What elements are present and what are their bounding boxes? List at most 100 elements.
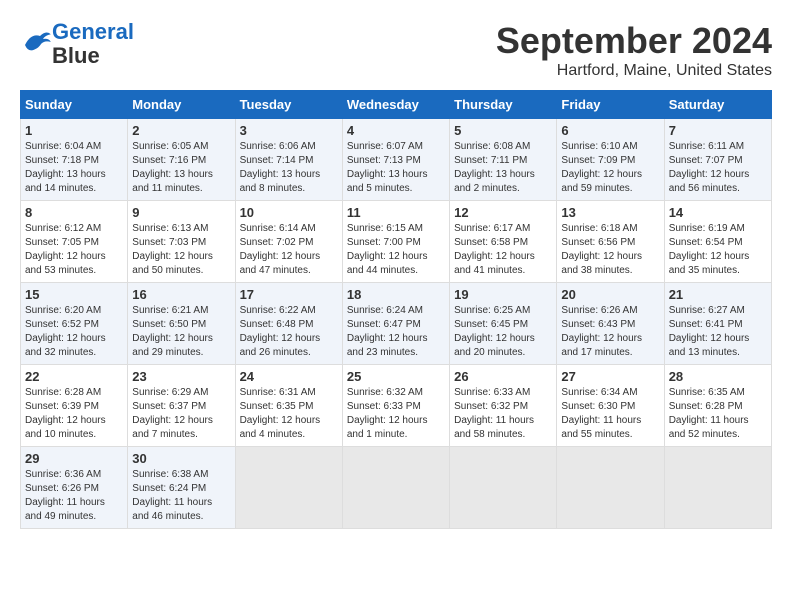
day-info: Sunrise: 6:04 AMSunset: 7:18 PMDaylight:… xyxy=(25,140,123,196)
calendar-cell: 9Sunrise: 6:13 AMSunset: 7:03 PMDaylight… xyxy=(128,201,235,283)
calendar-week-row: 29 Sunrise: 6:36 AMSunset: 6:26 PMDayligh… xyxy=(21,447,772,529)
day-number: 19 xyxy=(454,287,552,302)
calendar-cell: 14 Sunrise: 6:19 AMSunset: 6:54 PMDayligh… xyxy=(664,201,771,283)
day-info: Sunrise: 6:33 AMSunset: 6:32 PMDaylight:… xyxy=(454,386,552,442)
calendar-cell: 17Sunrise: 6:22 AMSunset: 6:48 PMDayligh… xyxy=(235,283,342,365)
day-info: Sunrise: 6:05 AMSunset: 7:16 PMDaylight:… xyxy=(132,140,230,196)
day-number: 27 xyxy=(561,369,659,384)
calendar-cell: 26 Sunrise: 6:33 AMSunset: 6:32 PMDayligh… xyxy=(450,365,557,447)
day-number: 15 xyxy=(25,287,123,302)
day-number: 30 xyxy=(132,451,230,466)
day-number: 23 xyxy=(132,369,230,384)
day-info: Sunrise: 6:20 AMSunset: 6:52 PMDaylight:… xyxy=(25,304,123,360)
calendar-cell: 8 Sunrise: 6:12 AMSunset: 7:05 PMDaylight… xyxy=(21,201,128,283)
calendar-cell xyxy=(664,447,771,529)
day-info: Sunrise: 6:15 AMSunset: 7:00 PMDaylight:… xyxy=(347,222,445,278)
day-info: Sunrise: 6:26 AMSunset: 6:43 PMDaylight:… xyxy=(561,304,659,360)
calendar-table: SundayMondayTuesdayWednesdayThursdayFrid… xyxy=(20,90,772,529)
calendar-week-row: 22Sunrise: 6:28 AMSunset: 6:39 PMDayligh… xyxy=(21,365,772,447)
day-info: Sunrise: 6:17 AMSunset: 6:58 PMDaylight:… xyxy=(454,222,552,278)
day-info: Sunrise: 6:25 AMSunset: 6:45 PMDaylight:… xyxy=(454,304,552,360)
header-cell-monday: Monday xyxy=(128,91,235,119)
logo-bird-icon xyxy=(22,27,52,57)
page-header: GeneralBlue September 2024 Hartford, Mai… xyxy=(20,20,772,80)
calendar-cell: 2 Sunrise: 6:05 AMSunset: 7:16 PMDaylight… xyxy=(128,119,235,201)
calendar-cell: 4 Sunrise: 6:07 AMSunset: 7:13 PMDaylight… xyxy=(342,119,449,201)
day-info: Sunrise: 6:24 AMSunset: 6:47 PMDaylight:… xyxy=(347,304,445,360)
day-number: 16 xyxy=(132,287,230,302)
day-number: 26 xyxy=(454,369,552,384)
day-info: Sunrise: 6:14 AMSunset: 7:02 PMDaylight:… xyxy=(240,222,338,278)
calendar-cell: 12 Sunrise: 6:17 AMSunset: 6:58 PMDayligh… xyxy=(450,201,557,283)
header-row: SundayMondayTuesdayWednesdayThursdayFrid… xyxy=(21,91,772,119)
calendar-cell: 25 Sunrise: 6:32 AMSunset: 6:33 PMDayligh… xyxy=(342,365,449,447)
day-info: Sunrise: 6:36 AMSunset: 6:26 PMDaylight:… xyxy=(25,468,123,524)
calendar-cell: 18 Sunrise: 6:24 AMSunset: 6:47 PMDayligh… xyxy=(342,283,449,365)
day-number: 9 xyxy=(132,205,230,220)
day-info: Sunrise: 6:31 AMSunset: 6:35 PMDaylight:… xyxy=(240,386,338,442)
calendar-cell: 10Sunrise: 6:14 AMSunset: 7:02 PMDayligh… xyxy=(235,201,342,283)
day-number: 3 xyxy=(240,123,338,138)
calendar-cell: 6 Sunrise: 6:10 AMSunset: 7:09 PMDaylight… xyxy=(557,119,664,201)
day-number: 14 xyxy=(669,205,767,220)
day-number: 18 xyxy=(347,287,445,302)
day-info: Sunrise: 6:08 AMSunset: 7:11 PMDaylight:… xyxy=(454,140,552,196)
calendar-cell: 13Sunrise: 6:18 AMSunset: 6:56 PMDayligh… xyxy=(557,201,664,283)
day-info: Sunrise: 6:12 AMSunset: 7:05 PMDaylight:… xyxy=(25,222,123,278)
calendar-cell xyxy=(450,447,557,529)
day-info: Sunrise: 6:10 AMSunset: 7:09 PMDaylight:… xyxy=(561,140,659,196)
calendar-cell xyxy=(557,447,664,529)
calendar-cell xyxy=(342,447,449,529)
day-number: 7 xyxy=(669,123,767,138)
location: Hartford, Maine, United States xyxy=(496,62,772,80)
day-number: 13 xyxy=(561,205,659,220)
day-info: Sunrise: 6:29 AMSunset: 6:37 PMDaylight:… xyxy=(132,386,230,442)
day-info: Sunrise: 6:19 AMSunset: 6:54 PMDaylight:… xyxy=(669,222,767,278)
calendar-cell: 23 Sunrise: 6:29 AMSunset: 6:37 PMDayligh… xyxy=(128,365,235,447)
day-number: 5 xyxy=(454,123,552,138)
title-block: September 2024 Hartford, Maine, United S… xyxy=(496,20,772,80)
day-info: Sunrise: 6:34 AMSunset: 6:30 PMDaylight:… xyxy=(561,386,659,442)
day-number: 12 xyxy=(454,205,552,220)
day-number: 4 xyxy=(347,123,445,138)
day-number: 29 xyxy=(25,451,123,466)
calendar-week-row: 8 Sunrise: 6:12 AMSunset: 7:05 PMDaylight… xyxy=(21,201,772,283)
calendar-cell: 22Sunrise: 6:28 AMSunset: 6:39 PMDayligh… xyxy=(21,365,128,447)
header-cell-friday: Friday xyxy=(557,91,664,119)
calendar-cell xyxy=(235,447,342,529)
day-number: 2 xyxy=(132,123,230,138)
calendar-cell: 15 Sunrise: 6:20 AMSunset: 6:52 PMDayligh… xyxy=(21,283,128,365)
day-number: 20 xyxy=(561,287,659,302)
day-info: Sunrise: 6:27 AMSunset: 6:41 PMDaylight:… xyxy=(669,304,767,360)
day-info: Sunrise: 6:22 AMSunset: 6:48 PMDaylight:… xyxy=(240,304,338,360)
day-info: Sunrise: 6:11 AMSunset: 7:07 PMDaylight:… xyxy=(669,140,767,196)
calendar-cell: 27 Sunrise: 6:34 AMSunset: 6:30 PMDayligh… xyxy=(557,365,664,447)
day-info: Sunrise: 6:35 AMSunset: 6:28 PMDaylight:… xyxy=(669,386,767,442)
day-info: Sunrise: 6:07 AMSunset: 7:13 PMDaylight:… xyxy=(347,140,445,196)
day-number: 25 xyxy=(347,369,445,384)
calendar-cell: 1Sunrise: 6:04 AMSunset: 7:18 PMDaylight… xyxy=(21,119,128,201)
logo-text: GeneralBlue xyxy=(52,20,134,68)
header-cell-sunday: Sunday xyxy=(21,91,128,119)
day-number: 6 xyxy=(561,123,659,138)
calendar-cell: 11 Sunrise: 6:15 AMSunset: 7:00 PMDayligh… xyxy=(342,201,449,283)
day-info: Sunrise: 6:38 AMSunset: 6:24 PMDaylight:… xyxy=(132,468,230,524)
calendar-cell: 30 Sunrise: 6:38 AMSunset: 6:24 PMDayligh… xyxy=(128,447,235,529)
day-number: 11 xyxy=(347,205,445,220)
calendar-cell: 19 Sunrise: 6:25 AMSunset: 6:45 PMDayligh… xyxy=(450,283,557,365)
calendar-cell: 5 Sunrise: 6:08 AMSunset: 7:11 PMDaylight… xyxy=(450,119,557,201)
day-info: Sunrise: 6:32 AMSunset: 6:33 PMDaylight:… xyxy=(347,386,445,442)
day-number: 8 xyxy=(25,205,123,220)
calendar-week-row: 1Sunrise: 6:04 AMSunset: 7:18 PMDaylight… xyxy=(21,119,772,201)
header-cell-tuesday: Tuesday xyxy=(235,91,342,119)
calendar-cell: 28Sunrise: 6:35 AMSunset: 6:28 PMDayligh… xyxy=(664,365,771,447)
day-number: 22 xyxy=(25,369,123,384)
day-info: Sunrise: 6:06 AMSunset: 7:14 PMDaylight:… xyxy=(240,140,338,196)
calendar-cell: 7 Sunrise: 6:11 AMSunset: 7:07 PMDaylight… xyxy=(664,119,771,201)
day-number: 21 xyxy=(669,287,767,302)
calendar-week-row: 15 Sunrise: 6:20 AMSunset: 6:52 PMDayligh… xyxy=(21,283,772,365)
calendar-cell: 16Sunrise: 6:21 AMSunset: 6:50 PMDayligh… xyxy=(128,283,235,365)
calendar-cell: 3 Sunrise: 6:06 AMSunset: 7:14 PMDaylight… xyxy=(235,119,342,201)
header-cell-saturday: Saturday xyxy=(664,91,771,119)
day-number: 24 xyxy=(240,369,338,384)
